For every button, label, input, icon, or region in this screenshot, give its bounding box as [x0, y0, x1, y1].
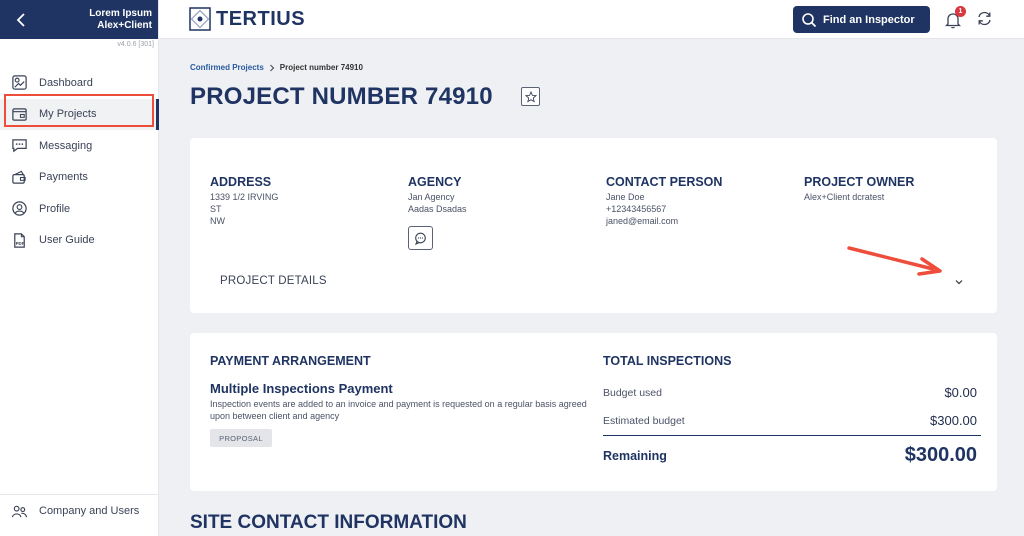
address-heading: ADDRESS: [210, 175, 272, 189]
project-details-toggle[interactable]: PROJECT DETAILS: [220, 275, 327, 287]
estimated-budget-row: Estimated budget $300.00: [603, 413, 977, 428]
payments-icon: [12, 170, 26, 184]
sidebar-item-label: Payments: [39, 171, 88, 184]
estimated-budget-label: Estimated budget: [603, 414, 685, 427]
svg-text:PDF: PDF: [16, 241, 25, 246]
contact-email: janed@email.com: [606, 216, 679, 226]
sidebar-nav: Dashboard My Projects Messaging Payments…: [0, 67, 159, 257]
inspections-heading: TOTAL INSPECTIONS: [603, 354, 732, 368]
sidebar-item-label: Profile: [39, 202, 71, 215]
payment-title: Multiple Inspections Payment: [210, 381, 393, 396]
sidebar-item-label: Messaging: [39, 139, 93, 152]
contact-name: Jane Doe: [606, 192, 645, 202]
address-line: NW: [210, 216, 225, 226]
sidebar-item-company-users[interactable]: Company and Users: [0, 495, 158, 527]
search-icon: [802, 12, 817, 27]
project-info-card: ADDRESS 1339 1/2 IRVING ST NW AGENCY Jan…: [190, 138, 997, 313]
agency-heading: AGENCY: [408, 175, 462, 189]
top-bar: TERTIUS Find an Inspector 1: [159, 0, 1024, 39]
remaining-value: $300.00: [904, 444, 977, 466]
breadcrumb: Confirmed Projects Project number 74910: [190, 63, 363, 72]
chat-agency-button[interactable]: [408, 226, 433, 250]
breadcrumb-confirmed-projects[interactable]: Confirmed Projects: [190, 63, 264, 72]
breadcrumb-current: Project number 74910: [279, 63, 363, 72]
divider: [603, 435, 981, 436]
sidebar-item-label: Company and Users: [39, 505, 140, 517]
user-role: Alex+Client: [97, 19, 152, 31]
sidebar-item-label: User Guide: [39, 234, 95, 247]
budget-used-row: Budget used $0.00: [603, 385, 977, 400]
owner-value: Alex+Client dcratest: [804, 192, 885, 202]
star-icon: [524, 90, 537, 103]
users-icon: [11, 505, 28, 517]
favorite-button[interactable]: [521, 87, 540, 106]
messaging-icon: [12, 139, 27, 153]
status-badge: PROPOSAL: [210, 429, 272, 447]
sidebar-item-my-projects[interactable]: My Projects: [0, 98, 159, 130]
remaining-label: Remaining: [603, 448, 667, 463]
contact-value: Jane Doe +12343456567 janed@email.com: [606, 191, 678, 227]
owner-heading: PROJECT OWNER: [804, 175, 915, 189]
contact-phone: +12343456567: [606, 204, 667, 214]
sidebar-item-dashboard[interactable]: Dashboard: [0, 67, 158, 99]
find-inspector-label: Find an Inspector: [823, 13, 915, 26]
sidebar-header: Lorem Ipsum Alex+Client: [0, 0, 158, 39]
sidebar-item-user-guide[interactable]: PDF User Guide: [0, 225, 158, 257]
sidebar: Lorem Ipsum Alex+Client v4.0.6 [301] Das…: [0, 0, 159, 536]
remaining-row: Remaining $300.00: [603, 444, 977, 467]
chat-icon: [415, 232, 426, 245]
contact-heading: CONTACT PERSON: [606, 175, 723, 189]
budget-used-label: Budget used: [603, 386, 662, 399]
back-arrow-icon[interactable]: [14, 12, 30, 28]
profile-icon: [12, 201, 27, 216]
logo-mark-icon: [189, 7, 211, 31]
sidebar-item-label: Dashboard: [39, 76, 93, 89]
refresh-icon[interactable]: [976, 10, 993, 27]
user-info: Lorem Ipsum Alex+Client: [89, 8, 152, 32]
payment-heading: PAYMENT ARRANGEMENT: [210, 354, 371, 368]
address-line: 1339 1/2 IRVING: [210, 192, 279, 202]
page-title: PROJECT NUMBER 74910: [190, 83, 493, 110]
find-inspector-button[interactable]: Find an Inspector: [793, 6, 930, 33]
address-line: ST: [210, 204, 222, 214]
projects-icon: [12, 107, 27, 121]
sidebar-item-label: My Projects: [39, 108, 97, 121]
sidebar-item-messaging[interactable]: Messaging: [0, 130, 158, 162]
user-name: Lorem Ipsum: [89, 7, 152, 19]
agency-contact: Aadas Dsadas: [408, 204, 467, 214]
agency-value: Jan Agency Aadas Dsadas: [408, 191, 467, 215]
notification-badge: 1: [955, 6, 966, 17]
pdf-icon: PDF: [14, 233, 25, 248]
estimated-budget-value: $300.00: [930, 413, 977, 428]
sidebar-footer: Company and Users: [0, 494, 158, 527]
chevron-down-icon[interactable]: [954, 277, 964, 287]
app-version: v4.0.6 [301]: [117, 41, 154, 48]
address-value: 1339 1/2 IRVING ST NW: [210, 191, 278, 227]
sidebar-item-profile[interactable]: Profile: [0, 193, 158, 225]
budget-used-value: $0.00: [944, 385, 977, 400]
payment-description: Inspection events are added to an invoic…: [210, 399, 587, 421]
dashboard-icon: [12, 75, 27, 90]
site-contact-heading: SITE CONTACT INFORMATION: [190, 512, 467, 533]
logo-text: TERTIUS: [216, 7, 306, 30]
sidebar-item-payments[interactable]: Payments: [0, 162, 158, 194]
payment-card: PAYMENT ARRANGEMENT Multiple Inspections…: [190, 333, 997, 491]
tertius-logo[interactable]: TERTIUS: [189, 7, 305, 31]
agency-name: Jan Agency: [408, 192, 455, 202]
chevron-right-icon: [269, 64, 275, 71]
